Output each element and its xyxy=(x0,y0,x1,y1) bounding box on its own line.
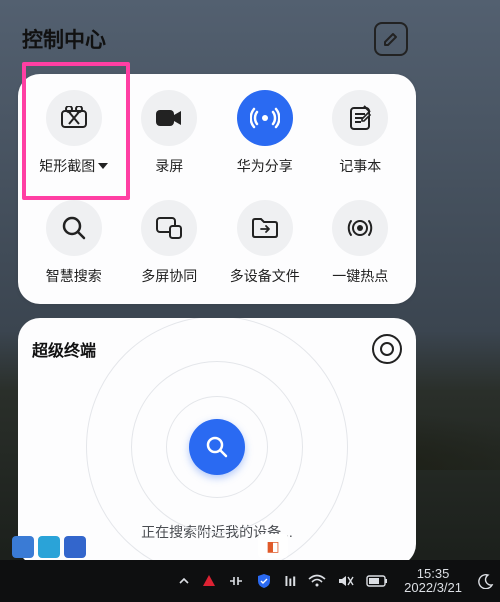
tile-label: 记事本 xyxy=(339,156,381,176)
notepad-icon xyxy=(348,105,372,131)
tile-multidevfiles[interactable]: 多设备文件 xyxy=(217,200,313,286)
tray-volume-icon[interactable] xyxy=(332,574,360,588)
panel-title: 控制中心 xyxy=(22,24,106,54)
screenshot-icon xyxy=(60,106,88,130)
tile-multiscreen[interactable]: 多屏协同 xyxy=(122,200,218,286)
tray-shield-icon[interactable] xyxy=(250,573,278,589)
hotspot-icon xyxy=(346,214,374,242)
desktop-icon[interactable] xyxy=(64,536,86,558)
tile-label: 智慧搜索 xyxy=(46,266,102,286)
target-icon[interactable] xyxy=(372,334,402,364)
tile-notepad[interactable]: 记事本 xyxy=(313,90,409,176)
tray-monitor-icon[interactable]: lıI xyxy=(278,573,302,589)
tile-screenrec[interactable]: 录屏 xyxy=(122,90,218,176)
share-icon xyxy=(250,103,280,133)
tile-hotspot[interactable]: 一键热点 xyxy=(313,200,409,286)
desktop-quick-icons xyxy=(12,536,86,558)
tray-battery-icon[interactable] xyxy=(360,575,394,587)
super-terminal-card: 超级终端 正在搜索附近我的设备... xyxy=(18,318,416,566)
tile-huaweishare[interactable]: 华为分享 xyxy=(217,90,313,176)
folder-sync-icon xyxy=(251,217,279,239)
desktop-icon[interactable] xyxy=(38,536,60,558)
tile-label: 多设备文件 xyxy=(230,266,300,286)
tray-network-icon[interactable] xyxy=(222,574,250,588)
taskbar-clock[interactable]: 15:35 2022/3/21 xyxy=(394,567,472,596)
tile-screenshot[interactable]: 矩形截图 xyxy=(26,90,122,176)
multiscreen-icon xyxy=(155,216,183,240)
taskbar: lıI 15:35 2022/3/21 xyxy=(0,560,500,602)
tray-moon-icon[interactable] xyxy=(472,573,500,589)
search-icon xyxy=(61,215,87,241)
shortcuts-card: 矩形截图 录屏 华为分享 记事本 xyxy=(18,74,416,304)
dropdown-icon xyxy=(98,163,108,169)
edit-button[interactable] xyxy=(374,22,408,56)
radar-area xyxy=(32,372,402,522)
tile-label: 多屏协同 xyxy=(141,266,197,286)
super-terminal-title: 超级终端 xyxy=(32,337,96,361)
tile-smartsearch[interactable]: 智慧搜索 xyxy=(26,200,122,286)
search-icon xyxy=(205,435,229,459)
tray-chevron-icon[interactable] xyxy=(172,575,196,587)
tile-label: 矩形截图 xyxy=(39,156,95,176)
tray-wifi-icon[interactable] xyxy=(302,574,332,588)
clock-date: 2022/3/21 xyxy=(404,581,462,595)
desktop-icon[interactable] xyxy=(12,536,34,558)
radar-search-button[interactable] xyxy=(189,419,245,475)
floating-app-icon[interactable]: ◧ xyxy=(258,534,288,558)
clock-time: 15:35 xyxy=(417,567,450,581)
control-center-panel: 控制中心 矩形截图 录屏 华为分享 xyxy=(8,8,426,582)
record-icon xyxy=(155,108,183,128)
tile-label: 华为分享 xyxy=(237,156,293,176)
tile-label: 录屏 xyxy=(155,156,183,176)
tile-label: 一键热点 xyxy=(332,266,388,286)
tray-app-icon[interactable] xyxy=(196,574,222,588)
